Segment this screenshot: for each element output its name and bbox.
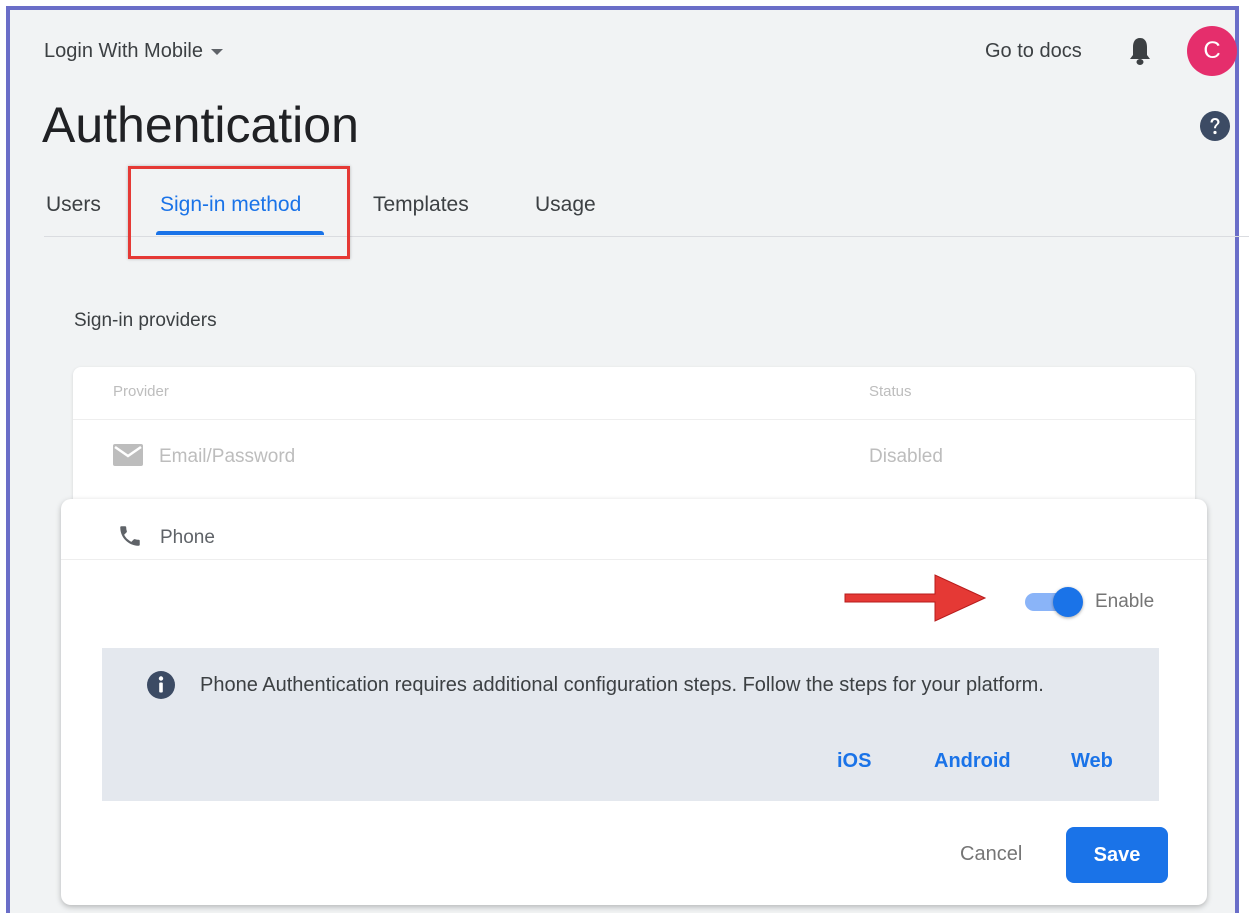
tab-usage[interactable]: Usage — [535, 193, 596, 217]
ios-link[interactable]: iOS — [837, 750, 871, 773]
tab-users[interactable]: Users — [46, 193, 101, 217]
avatar[interactable]: C — [1187, 26, 1237, 76]
column-header-provider: Provider — [113, 383, 169, 400]
toggle-knob — [1053, 587, 1083, 617]
phone-panel-header: Phone — [61, 499, 1207, 560]
app-frame: Login With Mobile Go to docs C Authentic… — [6, 6, 1249, 913]
info-banner: Phone Authentication requires additional… — [102, 648, 1159, 801]
dropdown-caret-icon — [210, 48, 223, 55]
mail-icon — [113, 444, 143, 466]
tab-templates[interactable]: Templates — [373, 193, 469, 217]
provider-name[interactable]: Email/Password — [159, 446, 295, 468]
page-title: Authentication — [42, 97, 359, 153]
cancel-button[interactable]: Cancel — [960, 843, 1022, 866]
android-link[interactable]: Android — [934, 750, 1011, 773]
project-selector[interactable]: Login With Mobile — [44, 40, 223, 63]
divider — [73, 419, 1195, 420]
notifications-bell-icon[interactable] — [1128, 36, 1152, 66]
info-message: Phone Authentication requires additional… — [200, 674, 1044, 696]
section-title: Sign-in providers — [74, 310, 217, 331]
annotation-arrow-icon — [844, 574, 987, 622]
provider-status: Disabled — [869, 446, 943, 467]
enable-label: Enable — [1095, 591, 1155, 612]
go-to-docs-link[interactable]: Go to docs — [985, 40, 1082, 63]
phone-provider-label: Phone — [160, 527, 215, 548]
column-header-status: Status — [869, 383, 912, 400]
save-button[interactable]: Save — [1066, 827, 1168, 883]
phone-icon — [120, 526, 140, 546]
providers-table: Provider Status Email/Password Disabled — [73, 367, 1195, 517]
phone-provider-panel: Phone Enable Phone Authentication requir… — [61, 499, 1207, 905]
info-icon — [147, 671, 175, 699]
web-link[interactable]: Web — [1071, 750, 1113, 773]
project-name: Login With Mobile — [44, 40, 203, 62]
help-icon[interactable] — [1199, 110, 1231, 142]
annotation-highlight-box — [128, 166, 350, 259]
enable-toggle[interactable] — [1023, 585, 1085, 617]
